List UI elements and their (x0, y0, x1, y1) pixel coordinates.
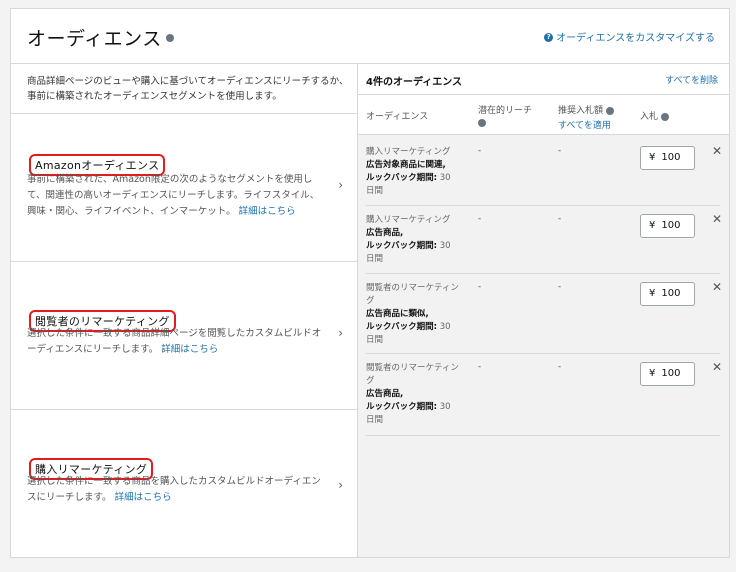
col-audience: オーディエンス (366, 112, 429, 122)
chevron-right-icon: › (338, 478, 343, 492)
col-suggested-bid: 推奨入札額 すべてを適用 (558, 103, 615, 131)
close-icon[interactable]: ✕ (712, 280, 722, 294)
bid-input[interactable]: ¥100 (640, 146, 695, 170)
currency-symbol: ¥ (649, 288, 656, 299)
customize-audience-label: オーディエンスをカスタマイズする (556, 33, 715, 44)
option-amazon-audience[interactable]: Amazonオーディエンス 事前に構築された、Amazon限定の次のようなセグメ… (11, 113, 357, 261)
learn-more-link[interactable]: 詳細はこちら (161, 344, 218, 355)
bid-value: 100 (661, 220, 681, 231)
bid-value: 100 (661, 368, 681, 379)
reach-value: - (478, 214, 482, 224)
col-reach-label: 潜在的リーチ (478, 106, 533, 116)
lookback-unit: 日間 (366, 186, 384, 196)
learn-more-link[interactable]: 詳細はこちら (115, 492, 172, 503)
page-title: オーディエンス (27, 24, 174, 51)
option-desc-text: 選択した条件に一致する商品を購入したカスタムビルドオーディエンスにリーチします。 (27, 476, 321, 503)
lookback-value: 30 (439, 402, 451, 412)
reach-value: - (478, 282, 482, 292)
audience-options-panel: 商品詳細ページのビューや購入に基づいてオーディエンスにリーチするか、事前に構築さ… (11, 64, 358, 557)
selected-audiences-header: 4件のオーディエンス すべてを削除 (358, 64, 729, 95)
audience-cell: 閲覧者のリマーケティング 広告商品に類似, ルックバック期間: 30 日間 (366, 282, 466, 347)
lookback-label: ルックバック期間: (366, 241, 437, 251)
lookback-label: ルックバック期間: (366, 402, 437, 412)
audience-type: 購入リマーケティング (366, 147, 451, 157)
currency-symbol: ¥ (649, 152, 656, 163)
bid-input[interactable]: ¥100 (640, 362, 695, 386)
bid-input[interactable]: ¥100 (640, 214, 695, 238)
lookback-value: 30 (439, 322, 451, 332)
audience-detail: 広告商品に類似, (366, 309, 429, 319)
question-icon: ? (544, 32, 554, 42)
audience-cell: 購入リマーケティング 広告商品, ルックバック期間: 30 日間 (366, 214, 466, 266)
learn-more-link[interactable]: 詳細はこちら (239, 206, 296, 217)
info-icon[interactable] (165, 33, 174, 42)
currency-symbol: ¥ (649, 368, 656, 379)
audience-detail: 広告商品, (366, 389, 404, 399)
chevron-right-icon: › (338, 326, 343, 340)
table-row: 購入リマーケティング 広告対象商品に関連, ルックバック期間: 30 日間 - … (366, 138, 722, 206)
intro-text: 商品詳細ページのビューや購入に基づいてオーディエンスにリーチするか、事前に構築さ… (27, 76, 349, 102)
table-row: 閲覧者のリマーケティング 広告商品に類似, ルックバック期間: 30 日間 - … (366, 274, 722, 354)
lookback-unit: 日間 (366, 415, 384, 425)
info-icon[interactable] (478, 118, 486, 127)
lookback-label: ルックバック期間: (366, 322, 437, 332)
audience-type: 閲覧者のリマーケティング (366, 283, 459, 306)
audience-cell: 閲覧者のリマーケティング 広告商品, ルックバック期間: 30 日間 (366, 362, 466, 427)
reach-value: - (478, 146, 482, 156)
option-description: 選択した条件に一致する商品詳細ページを閲覧したカスタムビルドオーディエンスにリー… (27, 326, 327, 358)
col-suggested-label: 推奨入札額 (558, 106, 604, 116)
option-description: 事前に構築された、Amazon限定の次のようなセグメントを使用して、関連性の高い… (27, 172, 327, 220)
close-icon[interactable]: ✕ (712, 360, 722, 374)
col-reach: 潜在的リーチ (478, 103, 532, 128)
suggested-bid-value: - (558, 146, 562, 156)
customize-audience-link[interactable]: ? オーディエンスをカスタマイズする (544, 29, 715, 44)
audience-detail: 広告商品, (366, 228, 404, 238)
suggested-bid-value: - (558, 362, 562, 372)
lookback-unit: 日間 (366, 335, 384, 345)
table-row: 閲覧者のリマーケティング 広告商品, ルックバック期間: 30 日間 - - ¥… (366, 354, 722, 436)
reach-value: - (478, 362, 482, 372)
card-header: オーディエンス ? オーディエンスをカスタマイズする (11, 9, 729, 64)
lookback-value: 30 (439, 173, 451, 183)
lookback-unit: 日間 (366, 254, 384, 264)
table-header: オーディエンス 潜在的リーチ 推奨入札額 すべてを適用 入札 (358, 95, 729, 135)
info-icon[interactable] (661, 112, 670, 121)
table-row: 購入リマーケティング 広告商品, ルックバック期間: 30 日間 - - ¥10… (366, 206, 722, 274)
audience-detail: 広告対象商品に関連, (366, 160, 446, 170)
option-purchase-remarketing[interactable]: 購入リマーケティング 選択した条件に一致する商品を購入したカスタムビルドオーディ… (11, 409, 357, 557)
audience-type: 購入リマーケティング (366, 215, 451, 225)
lookback-label: ルックバック期間: (366, 173, 437, 183)
close-icon[interactable]: ✕ (712, 144, 722, 158)
audience-type: 閲覧者のリマーケティング (366, 363, 459, 386)
chevron-right-icon: › (338, 178, 343, 192)
audience-card: オーディエンス ? オーディエンスをカスタマイズする 商品詳細ページのビューや購入… (10, 8, 730, 558)
apply-all-link[interactable]: すべてを適用 (558, 118, 614, 131)
option-viewer-remarketing[interactable]: 閲覧者のリマーケティング 選択した条件に一致する商品詳細ページを閲覧したカスタム… (11, 261, 357, 409)
selected-audiences-panel: 4件のオーディエンス すべてを削除 オーディエンス 潜在的リーチ 推奨入札額 す… (358, 64, 729, 557)
suggested-bid-value: - (558, 214, 562, 224)
page-title-text: オーディエンス (27, 28, 162, 50)
audience-cell: 購入リマーケティング 広告対象商品に関連, ルックバック期間: 30 日間 (366, 146, 466, 198)
close-icon[interactable]: ✕ (712, 212, 722, 226)
remove-all-link[interactable]: すべてを削除 (665, 73, 718, 86)
info-icon-wrap (478, 118, 532, 128)
col-bid-label: 入札 (640, 112, 659, 122)
bid-input[interactable]: ¥100 (640, 282, 695, 306)
info-icon[interactable] (606, 106, 615, 115)
suggested-bid-value: - (558, 282, 562, 292)
bid-value: 100 (661, 152, 681, 163)
lookback-value: 30 (439, 241, 451, 251)
option-description: 選択した条件に一致する商品を購入したカスタムビルドオーディエンスにリーチします。… (27, 474, 327, 506)
bid-value: 100 (661, 288, 681, 299)
audience-count: 4件のオーディエンス (366, 77, 463, 88)
col-bid: 入札 (640, 109, 670, 122)
currency-symbol: ¥ (649, 220, 656, 231)
